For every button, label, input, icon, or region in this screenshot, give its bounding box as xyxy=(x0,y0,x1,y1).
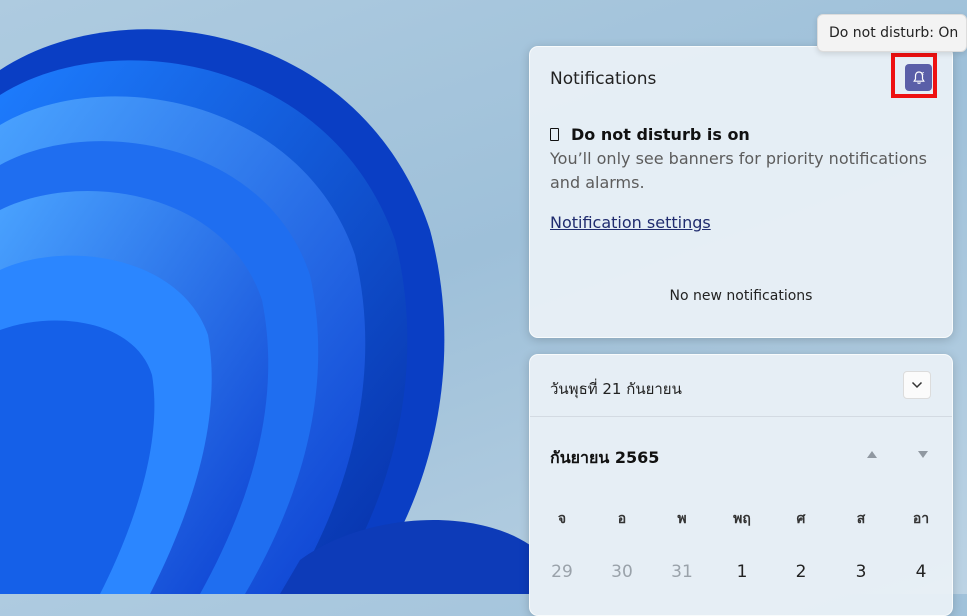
weekday-label: พ xyxy=(677,511,687,527)
calendar-month-year: กันยายน 2565 xyxy=(550,448,660,467)
weekday-label: จ xyxy=(557,511,567,527)
dnd-heading: Do not disturb is on xyxy=(550,125,750,144)
weekday-label: ศ xyxy=(796,511,806,527)
calendar-day[interactable]: 29 xyxy=(542,562,582,582)
triangle-up-icon xyxy=(867,450,877,458)
svg-text:z: z xyxy=(921,71,924,77)
dnd-description: You’ll only see banners for priority not… xyxy=(550,149,927,192)
calendar-day[interactable]: 30 xyxy=(602,562,642,582)
notifications-title: Notifications xyxy=(550,69,657,89)
calendar-day[interactable]: 3 xyxy=(841,562,881,582)
weekday-label: อ xyxy=(617,511,627,527)
calendar-full-date: วันพุธที่ 21 กันยายน xyxy=(550,380,682,398)
calendar-expand-button[interactable] xyxy=(903,371,931,399)
calendar-day[interactable]: 31 xyxy=(662,562,702,582)
placeholder-glyph-icon xyxy=(550,128,559,141)
calendar-day[interactable]: 2 xyxy=(781,562,821,582)
notifications-panel: Notifications z Do not disturb is on You… xyxy=(529,46,953,338)
weekday-label: ส xyxy=(856,511,866,527)
weekday-label: อา xyxy=(912,511,930,527)
bell-snooze-icon: z xyxy=(912,71,925,84)
calendar-day[interactable]: 1 xyxy=(722,562,762,582)
previous-month-button[interactable] xyxy=(865,448,879,460)
calendar-panel: วันพุธที่ 21 กันยายน กันยายน 2565 จ อ พ … xyxy=(529,354,953,616)
next-month-button[interactable] xyxy=(916,448,930,460)
dnd-heading-text: Do not disturb is on xyxy=(571,125,750,144)
calendar-day[interactable]: 4 xyxy=(901,562,941,582)
no-notifications-text: No new notifications xyxy=(669,288,813,304)
triangle-down-icon xyxy=(918,450,928,458)
dnd-tooltip: Do not disturb: On xyxy=(817,14,967,52)
calendar-divider xyxy=(530,416,952,417)
weekday-label: พฤ xyxy=(733,511,751,527)
chevron-down-icon xyxy=(911,381,923,389)
notification-settings-link[interactable]: Notification settings xyxy=(550,213,711,232)
do-not-disturb-toggle[interactable]: z xyxy=(905,64,932,91)
